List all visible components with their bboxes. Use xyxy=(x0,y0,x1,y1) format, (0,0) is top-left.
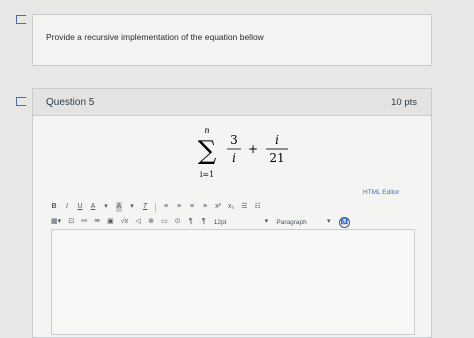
background-color-button[interactable]: A xyxy=(116,202,122,212)
sum-lower-limit: i=1 xyxy=(200,170,214,179)
link-icon[interactable]: ⚯ xyxy=(81,217,87,227)
question-5-card: Question 5 10 pts n ∑ i=1 3 i + i 21 HTM… xyxy=(32,88,432,338)
question-header: Question 5 10 pts xyxy=(33,89,431,116)
term2-denominator: 21 xyxy=(269,151,284,165)
question-title: Question 5 xyxy=(46,97,95,108)
html-editor-link[interactable]: HTML Editor xyxy=(363,189,399,196)
lti-tool-icon[interactable]: ⊕ xyxy=(148,217,154,227)
term1-denominator: i xyxy=(232,151,236,165)
question-flag-icon[interactable] xyxy=(16,15,29,24)
divider xyxy=(155,202,156,212)
equation-icon[interactable]: √x xyxy=(121,217,128,227)
superscript-button[interactable]: x² xyxy=(215,202,221,212)
record-icon[interactable]: ⊙ xyxy=(175,217,181,227)
image-icon[interactable]: ▣ xyxy=(107,217,114,227)
plus-sign: + xyxy=(248,142,258,156)
clear-formatting-button[interactable]: T xyxy=(142,202,148,212)
insert-toolbar: ▦▾ ⊡ ⚯ ⚮ ▣ √x ◁ ⊕ ▭ ⊙ ¶ ¶ 12pt ▾ Paragra… xyxy=(51,216,350,228)
term1-numerator: 3 xyxy=(230,133,238,147)
answer-editor[interactable] xyxy=(51,229,415,335)
chevron-down-icon[interactable]: ▾ xyxy=(326,217,332,227)
media-icon[interactable]: ⊡ xyxy=(68,217,74,227)
chevron-down-icon[interactable]: ▾ xyxy=(103,202,109,212)
italic-button[interactable]: I xyxy=(64,202,70,212)
numbered-list-button[interactable]: ☷ xyxy=(255,202,261,212)
question-points: 10 pts xyxy=(391,97,417,108)
question-4-card: Provide a recursive implementation of th… xyxy=(32,14,432,66)
formatting-toolbar: B I U A ▾ A ▾ T ≡ ≡ ≡ ≡ x² x₂ ☰ ☷ xyxy=(51,201,261,213)
align-right-button[interactable]: ≡ xyxy=(189,202,195,212)
youtube-icon[interactable]: ▭ xyxy=(161,217,168,227)
question-4-text: Provide a recursive implementation of th… xyxy=(46,32,264,42)
equation: n ∑ i=1 3 i + i 21 xyxy=(198,126,288,179)
question-flag-icon[interactable] xyxy=(16,97,29,106)
ltr-icon[interactable]: ¶ xyxy=(188,217,194,227)
rtl-icon[interactable]: ¶ xyxy=(201,217,207,227)
term2-numerator: i xyxy=(275,133,279,147)
sum-upper-limit: n xyxy=(204,126,209,135)
subscript-button[interactable]: x₂ xyxy=(228,202,234,212)
embed-icon[interactable]: ◁ xyxy=(135,217,141,227)
unlink-icon[interactable]: ⚮ xyxy=(94,217,100,227)
chevron-down-icon[interactable]: ▾ xyxy=(129,202,135,212)
align-justify-button[interactable]: ≡ xyxy=(202,202,208,212)
paragraph-format-select[interactable]: Paragraph xyxy=(276,219,306,226)
table-icon[interactable]: ▦▾ xyxy=(51,217,61,227)
chevron-down-icon[interactable]: ▾ xyxy=(263,217,269,227)
accessibility-icon[interactable]: ♿ xyxy=(338,216,350,228)
sigma-symbol: ∑ xyxy=(198,136,217,166)
font-size-select[interactable]: 12pt xyxy=(214,219,227,226)
text-color-button[interactable]: A xyxy=(90,202,96,212)
bullet-list-button[interactable]: ☰ xyxy=(241,202,247,212)
bold-button[interactable]: B xyxy=(51,202,57,212)
align-left-button[interactable]: ≡ xyxy=(163,202,169,212)
align-center-button[interactable]: ≡ xyxy=(176,202,182,212)
underline-button[interactable]: U xyxy=(77,202,83,212)
